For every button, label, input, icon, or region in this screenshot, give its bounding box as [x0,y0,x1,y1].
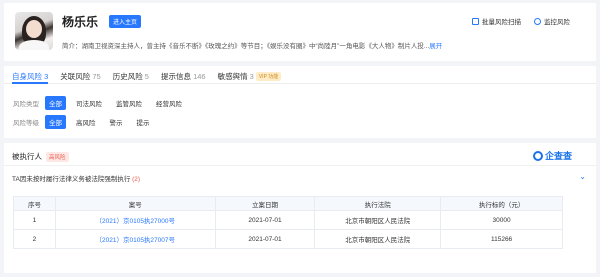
risk-tabs: 自身风险 3 关联风险 75 历史风险 5 提示信息 146 敏感舆情 3 VIP… [4,66,596,84]
risk-type-filter: 风险类型 全部 司法风险 监管风险 经营风险 [13,96,192,110]
risk-level-filter: 风险等级 全部 高风险 警示 提示 [13,115,160,129]
tab-sensitive-news[interactable]: 敏感舆情 3 VIP 功能 [218,66,282,83]
intro-text: 简介：湖南卫视资深主持人，曾主持《音乐不断》《玫瑰之约》等节目；《娱乐没有圈》中… [62,40,442,50]
cell-filing-date: 2021-07-01 [214,210,316,230]
chip-hint[interactable]: 提示 [133,115,154,129]
high-risk-tag: 高风险 [46,151,69,162]
intro-body: 简介：湖南卫视资深主持人，曾主持《音乐不断》《玫瑰之约》等节目；《娱乐没有圈》中… [62,43,430,50]
col-filing-date: 立案日期 [214,196,316,211]
tab-count: 5 [144,72,149,81]
executed-person-section: 被执行人 高风险 企查查 TA因未按时履行法律义务被法院强制执行 (2) ⌄ 序… [4,143,596,273]
batch-scan-link[interactable]: 批量风险扫描 [472,16,521,26]
tab-hint-info[interactable]: 提示信息 146 [161,66,206,83]
section-title: 被执行人 高风险 [12,151,69,162]
chip-high-risk[interactable]: 高风险 [72,115,100,129]
cell-amount: 115266 [440,229,563,249]
table-row: 1 （2021）京0105执27000号 2021-07-01 北京市朝阳区人民… [13,210,563,230]
cell-index: 1 [13,210,56,230]
chip-regulatory-risk[interactable]: 监管风险 [112,96,146,110]
filter-label: 风险等级 [13,120,39,127]
cell-court: 北京市朝阳区人民法院 [314,210,442,230]
tab-label: 关联风险 [60,72,91,81]
chip-judicial-risk[interactable]: 司法风险 [72,96,106,110]
col-index: 序号 [13,196,56,211]
tab-count: 3 [249,72,254,81]
table-row: 2 （2021）京0105执27007号 2021-07-01 北京市朝阳区人民… [13,229,563,249]
cell-case-no-link[interactable]: （2021）京0105执27000号 [54,210,216,230]
col-amount: 执行标的（元） [440,196,563,211]
ta-summary-count: (2) [132,176,141,183]
cell-index: 2 [13,229,56,249]
chip-warning[interactable]: 警示 [106,115,127,129]
chip-operating-risk[interactable]: 经营风险 [152,96,186,110]
cell-amount: 30000 [440,210,563,230]
tab-label: 敏感舆情 [217,72,248,81]
cell-court: 北京市朝阳区人民法院 [314,229,442,249]
vip-badge: VIP 功能 [255,72,282,81]
ta-summary: TA因未按时履行法律义务被法院强制执行 (2) [12,173,140,183]
avatar [15,12,53,50]
tab-count: 75 [92,72,101,81]
scan-icon [472,17,479,25]
executed-table: 序号 案号 立案日期 执行法院 执行标的（元） 1 （2021）京0105执27… [13,196,563,249]
logo-text: 企查查 [544,151,572,161]
chip-level-all[interactable]: 全部 [45,115,66,129]
tab-related-risk[interactable]: 关联风险 75 [60,66,100,83]
monitor-link[interactable]: 监控风险 [534,16,570,26]
chip-type-all[interactable]: 全部 [45,96,66,110]
tab-self-risk[interactable]: 自身风险 3 [12,66,49,84]
expand-link[interactable]: 展开 [429,43,442,50]
tab-count: 146 [193,72,206,81]
person-name: 杨乐乐 [62,15,99,29]
col-case-no: 案号 [54,196,216,211]
cell-case-no-link[interactable]: （2021）京0105执27007号 [54,229,216,249]
tab-history-risk[interactable]: 历史风险 5 [113,66,149,83]
tab-count: 3 [44,72,49,81]
homepage-badge[interactable]: 进入主页 [109,15,142,28]
risk-tabs-card: 自身风险 3 关联风险 75 历史风险 5 提示信息 146 敏感舆情 3 VIP… [4,66,596,138]
chevron-down-icon[interactable]: ⌄ [579,172,586,181]
section-title-text: 被执行人 [12,152,42,161]
batch-scan-label: 批量风险扫描 [482,19,521,26]
table-header-row: 序号 案号 立案日期 执行法院 执行标的（元） [13,196,563,211]
tab-label: 自身风险 [12,72,42,81]
person-header: 杨乐乐 进入主页 批量风险扫描 监控风险 简介：湖南卫视资深主持人，曾主持《音乐… [4,3,596,61]
logo-icon [532,150,543,161]
tab-label: 提示信息 [160,72,191,81]
qichacha-logo: 企查查 [532,149,572,162]
tab-label: 历史风险 [112,72,143,81]
divider [4,165,596,166]
ta-summary-text: TA因未按时履行法律义务被法院强制执行 [12,176,131,183]
monitor-label: 监控风险 [544,19,570,26]
cell-filing-date: 2021-07-01 [214,229,316,249]
col-court: 执行法院 [314,196,442,211]
monitor-icon [534,17,541,25]
filter-label: 风险类型 [13,101,39,108]
